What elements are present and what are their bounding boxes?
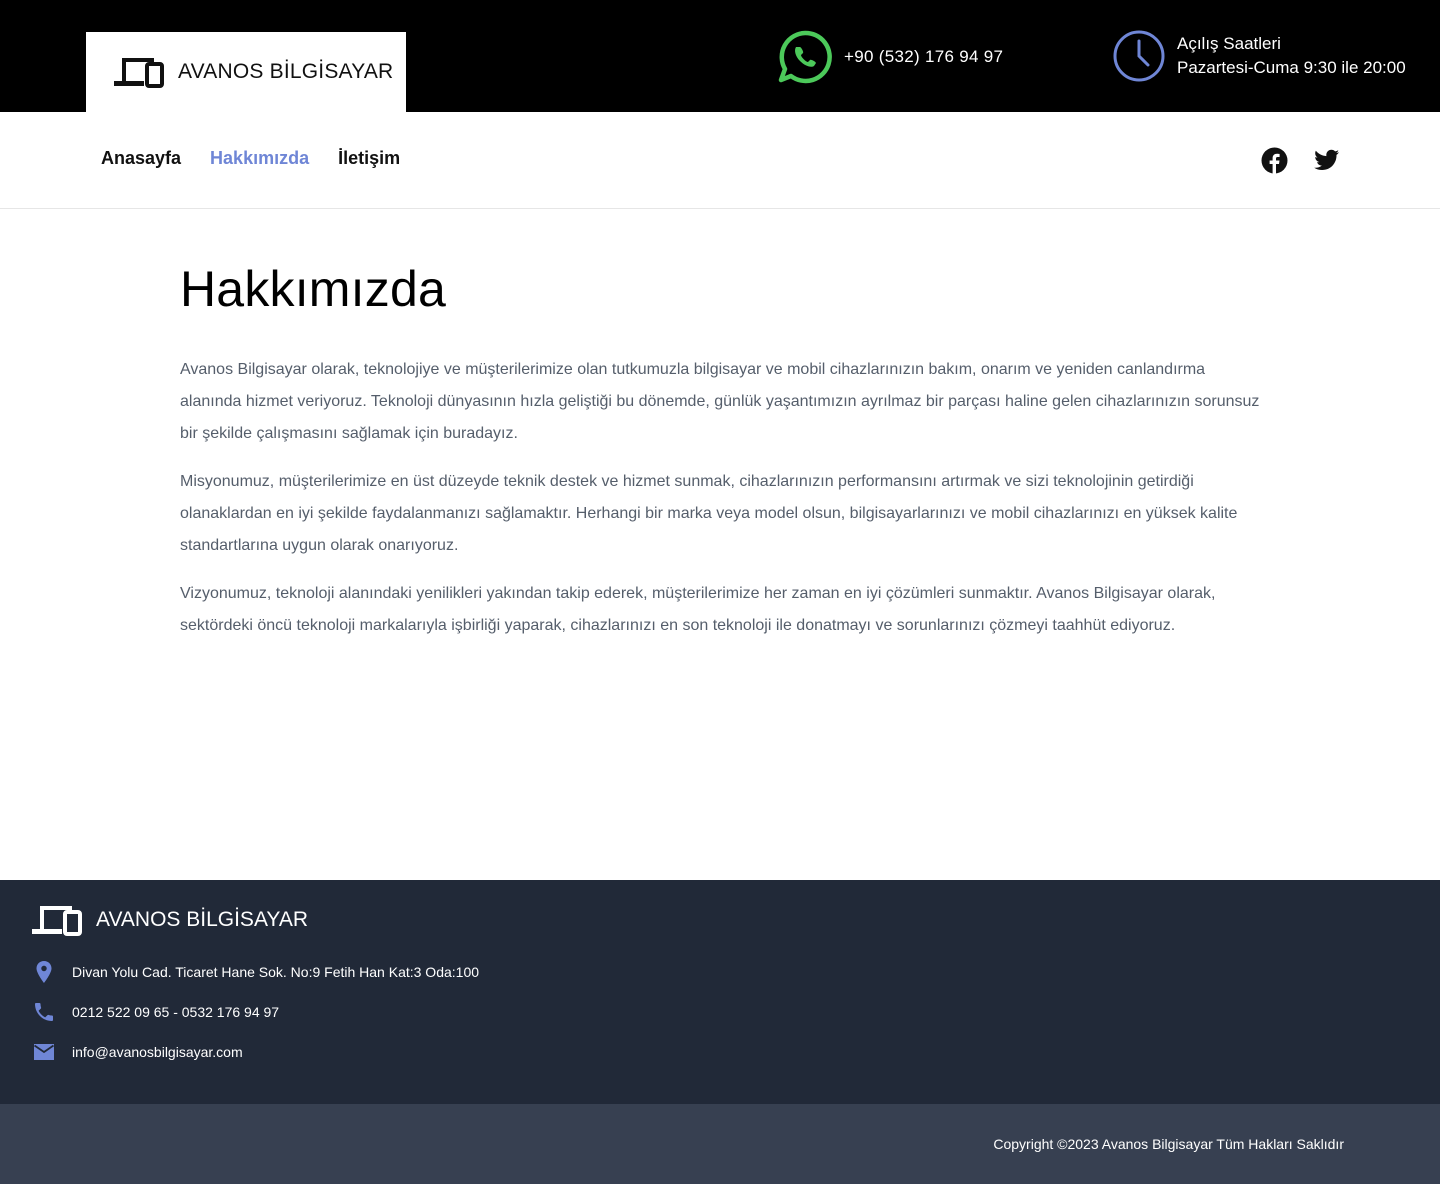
about-section: Hakkımızda Avanos Bilgisayar olarak, tek… xyxy=(180,258,1270,658)
about-paragraph: Avanos Bilgisayar olarak, teknolojiye ve… xyxy=(180,361,1260,442)
whatsapp-contact[interactable]: +90 (532) 176 94 97 xyxy=(778,30,1003,84)
twitter-icon[interactable] xyxy=(1313,147,1340,174)
clock-icon xyxy=(1113,30,1165,82)
devices-icon xyxy=(32,906,82,936)
footer-phone[interactable]: 0212 522 09 65 - 0532 176 94 97 xyxy=(32,1000,279,1024)
phone-text: 0212 522 09 65 - 0532 176 94 97 xyxy=(72,1004,280,1020)
mission-paragraph: Misyonumuz, müşterilerimize en üst düzey… xyxy=(180,473,1238,554)
hours-title: Açılış Saatleri xyxy=(1177,34,1281,53)
whatsapp-icon xyxy=(778,30,832,84)
copyright-text: Copyright ©2023 Avanos Bilgisayar Tüm Ha… xyxy=(993,1136,1344,1152)
page-title: Hakkımızda xyxy=(180,261,446,317)
address-text: Divan Yolu Cad. Ticaret Hane Sok. No:9 F… xyxy=(72,964,480,980)
footer: AVANOS BİLGİSAYAR Divan Yolu Cad. Ticare… xyxy=(0,880,1440,1104)
footer-brand-name: AVANOS BİLGİSAYAR xyxy=(96,908,309,931)
nav-item-anasayfa[interactable]: Anasayfa xyxy=(101,148,181,169)
brand-logo[interactable]: AVANOS BİLGİSAYAR xyxy=(86,32,406,112)
nav-bar: Anasayfa Hakkımızda İletişim xyxy=(0,112,1440,209)
devices-icon xyxy=(114,58,164,88)
footer-brand[interactable]: AVANOS BİLGİSAYAR xyxy=(32,902,308,938)
main-nav: Anasayfa Hakkımızda İletişim xyxy=(101,148,400,169)
opening-hours: Açılış Saatleri Pazartesi-Cuma 9:30 ile … xyxy=(1112,29,1406,83)
hours-value: Pazartesi-Cuma 9:30 ile 20:00 xyxy=(1177,58,1406,77)
nav-item-iletisim[interactable]: İletişim xyxy=(338,148,400,169)
facebook-icon[interactable] xyxy=(1261,147,1288,174)
mail-icon xyxy=(33,1044,55,1060)
email-text: info@avanosbilgisayar.com xyxy=(72,1044,243,1060)
brand-name: AVANOS BİLGİSAYAR xyxy=(178,60,394,83)
top-bar: AVANOS BİLGİSAYAR +90 (532) 176 94 97 Aç… xyxy=(0,0,1440,112)
phone-number: +90 (532) 176 94 97 xyxy=(844,47,1004,66)
nav-item-hakkimizda[interactable]: Hakkımızda xyxy=(210,148,309,169)
phone-icon xyxy=(35,1003,53,1021)
copyright-bar: Copyright ©2023 Avanos Bilgisayar Tüm Ha… xyxy=(0,1104,1440,1184)
footer-address: Divan Yolu Cad. Ticaret Hane Sok. No:9 F… xyxy=(32,960,479,984)
map-pin-icon xyxy=(36,961,52,983)
vision-paragraph: Vizyonumuz, teknoloji alanındaki yenilik… xyxy=(180,585,1216,634)
footer-email[interactable]: info@avanosbilgisayar.com xyxy=(32,1040,243,1064)
